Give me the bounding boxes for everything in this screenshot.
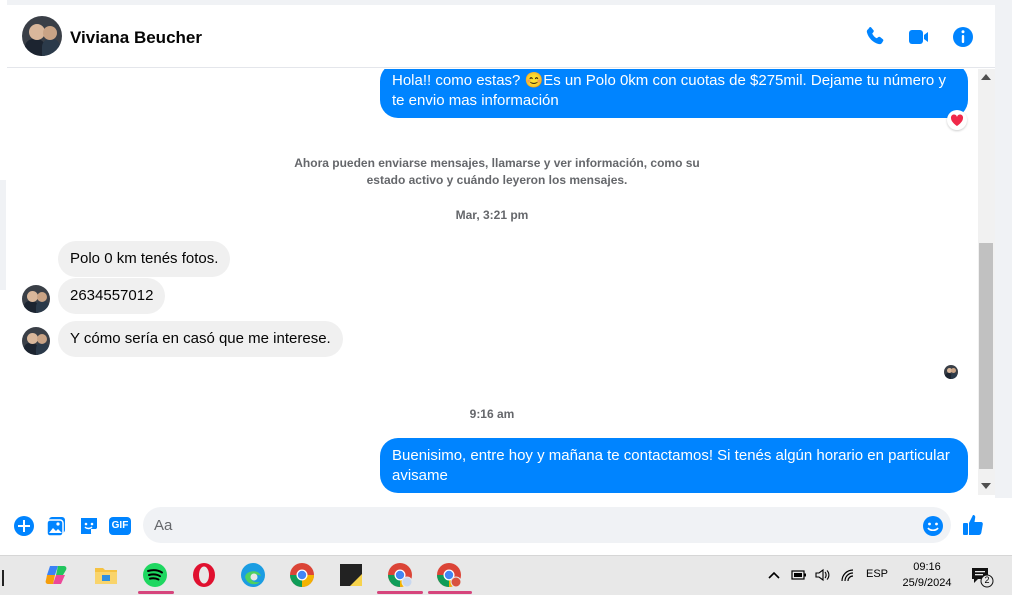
scroll-up-arrow-icon[interactable] xyxy=(981,74,991,80)
emoji-icon[interactable] xyxy=(922,515,944,537)
messenger-window: Viviana Beucher Hola!! como estas? 😊Es u… xyxy=(0,0,1012,555)
contact-avatar-small xyxy=(22,327,50,355)
sticker-icon[interactable] xyxy=(78,515,100,537)
windows-taskbar: ESP 09:16 25/9/2024 2 xyxy=(0,555,1012,595)
spotify-active-indicator xyxy=(138,591,174,594)
thumbs-up-icon[interactable] xyxy=(961,513,985,537)
system-clock[interactable]: 09:16 25/9/2024 xyxy=(892,559,962,591)
timestamp: 9:16 am xyxy=(469,407,515,421)
clock-time: 09:16 xyxy=(913,561,941,573)
spotify-icon[interactable] xyxy=(142,562,168,588)
conversation-area[interactable]: Hola!! como estas? 😊Es un Polo 0km con c… xyxy=(7,69,978,495)
notification-count: 2 xyxy=(984,575,990,585)
speaker-icon[interactable] xyxy=(814,568,832,582)
message-input-placeholder: Aa xyxy=(154,517,173,534)
message-outgoing[interactable]: Buenisimo, entre hoy y mañana te contact… xyxy=(380,438,968,493)
message-incoming[interactable]: Polo 0 km tenés fotos. xyxy=(58,241,231,277)
task-view-icon[interactable] xyxy=(0,565,14,591)
sticky-notes-icon[interactable] xyxy=(338,562,364,588)
copilot-icon[interactable] xyxy=(44,562,70,588)
chrome-r-active-indicator xyxy=(428,591,472,594)
language-indicator[interactable]: ESP xyxy=(866,568,888,580)
left-gutter xyxy=(0,0,7,555)
chrome-y-active-indicator xyxy=(377,591,423,594)
edge-icon[interactable] xyxy=(240,562,266,588)
message-outgoing[interactable]: Hola!! como estas? 😊Es un Polo 0km con c… xyxy=(380,69,968,118)
gif-icon[interactable]: GIF xyxy=(109,517,131,535)
chrome-profile-r-icon[interactable] xyxy=(436,562,462,588)
plus-icon[interactable] xyxy=(13,515,35,537)
contact-avatar[interactable] xyxy=(22,16,62,56)
message-incoming[interactable]: 2634557012 xyxy=(58,278,166,314)
scroll-down-arrow-icon[interactable] xyxy=(981,483,991,489)
battery-icon[interactable] xyxy=(790,568,808,582)
right-gutter xyxy=(995,0,1012,555)
file-explorer-icon[interactable] xyxy=(93,562,119,588)
chrome-icon[interactable] xyxy=(289,562,315,588)
system-notice: Ahora pueden enviarse mensajes, llamarse… xyxy=(294,156,700,187)
photo-icon[interactable] xyxy=(46,515,68,537)
chat-header: Viviana Beucher xyxy=(7,5,995,68)
seen-avatar-icon xyxy=(944,365,958,379)
contact-avatar-small xyxy=(22,285,50,313)
chrome-profile-y-icon[interactable] xyxy=(387,562,413,588)
message-incoming[interactable]: Y cómo sería en casó que me interese. xyxy=(58,321,343,357)
message-composer: GIF Aa xyxy=(0,498,1012,555)
scroll-thumb[interactable] xyxy=(979,243,993,469)
wifi-icon[interactable] xyxy=(840,568,858,582)
conversation-scrollbar[interactable] xyxy=(978,69,995,495)
phone-icon[interactable] xyxy=(863,25,887,49)
heart-reaction-icon[interactable] xyxy=(947,110,967,130)
clock-date: 25/9/2024 xyxy=(902,577,952,589)
video-camera-icon[interactable] xyxy=(907,25,931,49)
contact-name[interactable]: Viviana Beucher xyxy=(70,28,202,48)
opera-icon[interactable] xyxy=(191,562,217,588)
timestamp: Mar, 3:21 pm xyxy=(455,208,529,222)
chevron-up-icon[interactable] xyxy=(767,570,781,580)
info-icon[interactable] xyxy=(951,25,975,49)
message-input[interactable]: Aa xyxy=(143,507,951,543)
